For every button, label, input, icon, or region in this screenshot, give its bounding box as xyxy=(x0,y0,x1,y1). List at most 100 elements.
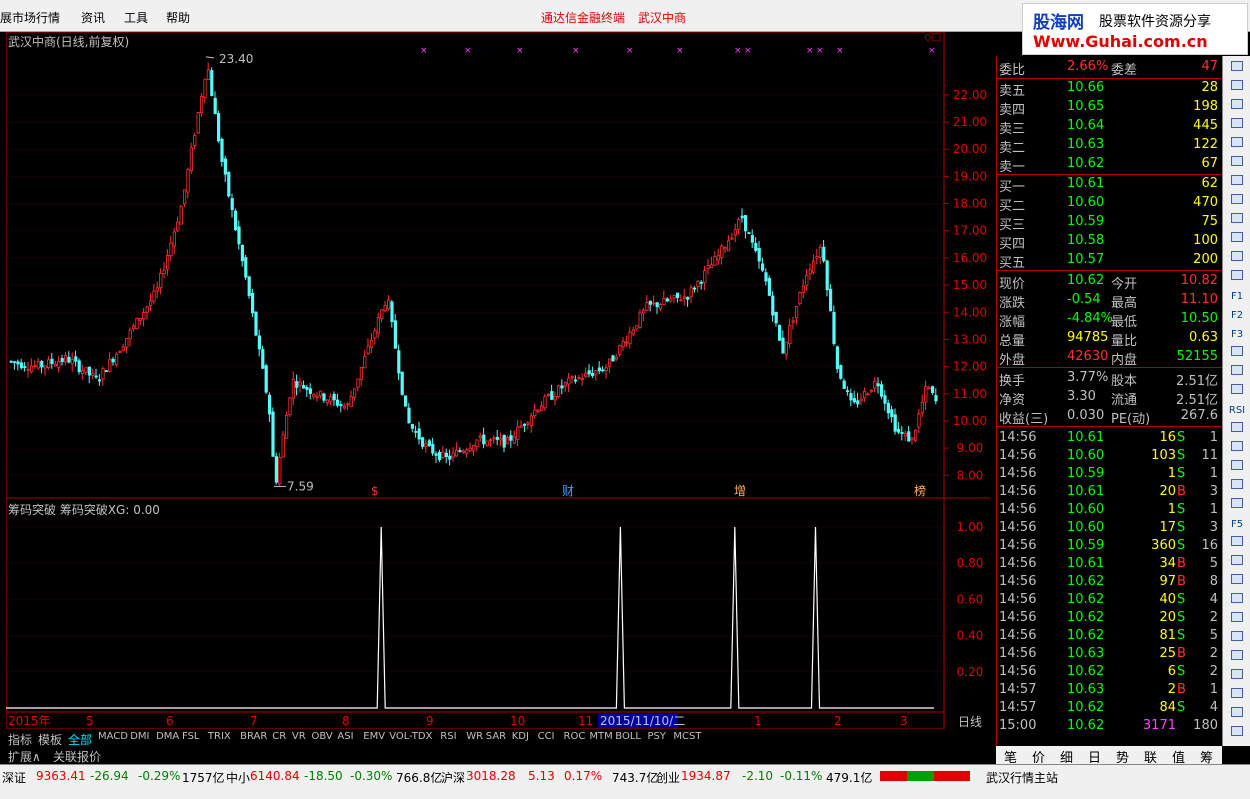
toolbar-tool-icon[interactable] xyxy=(1227,364,1247,382)
tab-模板[interactable]: 模板 xyxy=(38,731,62,748)
toolbar-tool-icon[interactable] xyxy=(1227,497,1247,515)
candle-body xyxy=(869,389,874,392)
event-marker[interactable]: 榜 xyxy=(914,483,926,498)
toolbar-tool-icon[interactable] xyxy=(1227,231,1247,249)
toolbar-tool-icon[interactable] xyxy=(1227,706,1247,724)
toolbar-tool-icon[interactable] xyxy=(1227,725,1247,743)
toolbar-tool-icon[interactable] xyxy=(1227,459,1247,477)
tab-指标[interactable]: 指标 xyxy=(8,731,32,748)
tab-sar[interactable]: SAR xyxy=(486,731,506,742)
chart-title: 武汉中商(日线,前复权) xyxy=(8,35,130,49)
tab-asi[interactable]: ASI xyxy=(337,731,353,742)
candle-body xyxy=(679,299,683,302)
tab-vol-tdx[interactable]: VOL-TDX xyxy=(389,731,432,742)
menu-help[interactable]: 帮助 xyxy=(166,9,190,26)
tab-boll[interactable]: BOLL xyxy=(615,731,641,742)
signal-x-marker: × xyxy=(928,46,936,56)
toolbar-tool-icon[interactable] xyxy=(1227,250,1247,268)
event-marker[interactable]: $ xyxy=(371,484,379,498)
toolbar-tool-icon[interactable] xyxy=(1227,440,1247,458)
toolbar-tool-icon[interactable] xyxy=(1227,98,1247,116)
menu-tools[interactable]: 工具 xyxy=(124,9,148,26)
toolbar-f5-button[interactable]: F5 xyxy=(1227,516,1247,534)
tick-row: 14:56 10.60 1 S 1 xyxy=(997,501,1222,519)
chart-svg[interactable]: 22.0021.0020.0019.0018.0017.0016.0015.00… xyxy=(5,31,996,745)
tab-dmi[interactable]: DMI xyxy=(130,731,149,742)
signal-x-marker: × xyxy=(516,46,524,56)
toolbar-tool-icon[interactable] xyxy=(1227,193,1247,211)
period-label[interactable]: 日线 xyxy=(958,713,982,730)
stat-row: 外盘 42630 内盘 52155 xyxy=(997,348,1222,368)
buy-row: 买二 10.60 470 xyxy=(997,194,1222,214)
tab-mcst[interactable]: MCST xyxy=(673,731,701,742)
candle-body xyxy=(478,435,483,439)
toolbar-tool-icon[interactable] xyxy=(1227,573,1247,591)
candle-body xyxy=(431,443,435,454)
ext-tab[interactable]: 扩展∧ xyxy=(8,748,41,765)
toolbar-tool-icon[interactable] xyxy=(1227,630,1247,648)
toolbar-tool-icon[interactable] xyxy=(1227,212,1247,230)
candle-body xyxy=(60,358,64,362)
tab-fsl[interactable]: FSL xyxy=(182,731,200,742)
tab-mtm[interactable]: MTM xyxy=(589,731,612,742)
toolbar-tool-icon[interactable] xyxy=(1227,592,1247,610)
candle-body xyxy=(767,278,772,296)
toolbar-tool-icon[interactable] xyxy=(1227,421,1247,439)
event-marker[interactable]: 财 xyxy=(562,484,574,498)
kline-chart-area[interactable]: 22.00 21.00 20.00 19.00 18.00 17.00 16.00 15.00… xyxy=(5,31,996,745)
tab-roc[interactable]: ROC xyxy=(564,731,586,742)
toolbar-f1-button[interactable]: F1 xyxy=(1227,288,1247,306)
tab-vr[interactable]: VR xyxy=(292,731,306,742)
date-label: 6 xyxy=(166,714,174,728)
window-control-icons[interactable]: ◇□ xyxy=(924,32,950,44)
toolbar-rsi-button[interactable]: RSI xyxy=(1227,402,1247,420)
toolbar-tool-icon[interactable] xyxy=(1227,174,1247,192)
tab-wr[interactable]: WR xyxy=(466,731,483,742)
toolbar-tool-icon[interactable] xyxy=(1227,60,1247,78)
tab-rsi[interactable]: RSI xyxy=(440,731,456,742)
toolbar-tool-icon[interactable] xyxy=(1227,136,1247,154)
tick-volume: 103 xyxy=(1151,448,1176,463)
tab-brar[interactable]: BRAR xyxy=(240,731,267,742)
toolbar-tool-icon[interactable] xyxy=(1227,649,1247,667)
candle-body xyxy=(648,300,653,305)
candle-body xyxy=(931,386,935,393)
candle-body xyxy=(369,340,374,348)
tab-emv[interactable]: EMV xyxy=(363,731,385,742)
toolbar-tool-icon[interactable] xyxy=(1227,269,1247,287)
tab-全部[interactable]: 全部 xyxy=(68,731,92,748)
ext-tab[interactable]: 关联报价 xyxy=(53,748,101,765)
menu-market[interactable]: 展市场行情 xyxy=(0,9,60,26)
candle-body xyxy=(754,242,758,251)
menu-news[interactable]: 资讯 xyxy=(81,9,105,26)
signal-x-marker: × xyxy=(836,46,844,56)
toolbar-tool-icon[interactable] xyxy=(1227,478,1247,496)
tab-dma[interactable]: DMA xyxy=(156,731,179,742)
tab-kdj[interactable]: KDJ xyxy=(512,731,529,742)
tab-psy[interactable]: PSY xyxy=(648,731,667,742)
candle-body xyxy=(193,135,197,146)
toolbar-tool-icon[interactable] xyxy=(1227,687,1247,705)
toolbar-tool-icon[interactable] xyxy=(1227,117,1247,135)
toolbar-tool-icon[interactable] xyxy=(1227,611,1247,629)
tab-macd[interactable]: MACD xyxy=(98,731,128,742)
toolbar-tool-icon[interactable] xyxy=(1227,345,1247,363)
tab-obv[interactable]: OBV xyxy=(312,731,333,742)
tab-cr[interactable]: CR xyxy=(272,731,286,742)
candle-body xyxy=(597,367,602,372)
event-marker[interactable]: 增 xyxy=(734,484,746,498)
toolbar-tool-icon[interactable] xyxy=(1227,79,1247,97)
toolbar-tool-icon[interactable] xyxy=(1227,554,1247,572)
tab-trix[interactable]: TRIX xyxy=(208,731,231,742)
toolbar-tool-icon[interactable] xyxy=(1227,668,1247,686)
toolbar-f2-button[interactable]: F2 xyxy=(1227,307,1247,325)
tab-cci[interactable]: CCI xyxy=(538,731,555,742)
toolbar-f3-button[interactable]: F3 xyxy=(1227,326,1247,344)
station-name[interactable]: 武汉行情主站 xyxy=(986,769,1058,786)
toolbar-tool-icon[interactable] xyxy=(1227,383,1247,401)
toolbar-tool-icon[interactable] xyxy=(1227,155,1247,173)
candle-body xyxy=(805,274,809,286)
logo-url: Www.Guhai.com.cn xyxy=(1033,32,1208,51)
quote-number: 0.63 xyxy=(1189,330,1218,345)
toolbar-tool-icon[interactable] xyxy=(1227,535,1247,553)
